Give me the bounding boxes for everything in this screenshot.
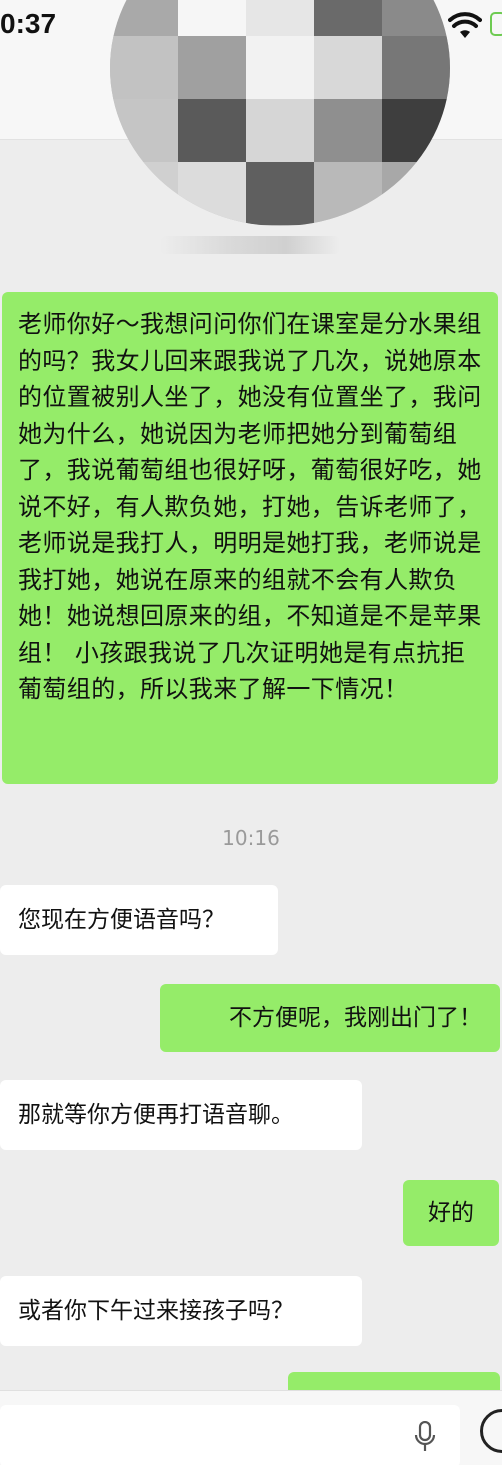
message-text: 您现在方便语音吗？	[18, 907, 225, 933]
avatar-mosaic-tile	[178, 0, 246, 36]
avatar-mosaic-tile	[178, 36, 246, 99]
avatar-mosaic-tile	[246, 99, 314, 162]
outgoing-message[interactable]: 好的	[403, 1180, 499, 1246]
avatar-mosaic-tile	[314, 162, 382, 225]
wifi-icon	[448, 12, 482, 38]
message-input[interactable]	[0, 1405, 460, 1465]
emoji-icon[interactable]	[480, 1409, 502, 1453]
avatar-mosaic-tile	[178, 99, 246, 162]
avatar-mosaic-tile	[110, 162, 178, 225]
avatar-mosaic-tile	[314, 0, 382, 36]
avatar-mosaic-tile	[382, 162, 450, 225]
avatar-mosaic-tile	[314, 36, 382, 99]
message-timestamp: 10:16	[222, 826, 280, 850]
incoming-message[interactable]: 或者你下午过来接孩子吗？	[0, 1276, 362, 1346]
message-text: 那就等你方便再打语音聊。	[18, 1102, 294, 1128]
outgoing-message[interactable]: 老师你好～我想问问你们在课室是分水果组的吗？我女儿回来跟我说了几次，说她原本的位…	[2, 292, 498, 784]
avatar-mosaic-tile	[178, 162, 246, 225]
message-text: 或者你下午过来接孩子吗？	[18, 1298, 294, 1324]
avatar-mosaic-tile	[246, 36, 314, 99]
avatar-mosaic	[110, 0, 450, 225]
status-time: 0:37	[0, 8, 57, 39]
message-text: 不方便呢，我刚出门了！	[229, 1005, 482, 1031]
battery-icon	[490, 12, 502, 36]
incoming-message[interactable]: 那就等你方便再打语音聊。	[0, 1080, 362, 1150]
incoming-message[interactable]: 您现在方便语音吗？	[0, 885, 278, 955]
avatar-mosaic-tile	[314, 99, 382, 162]
microphone-icon[interactable]	[414, 1421, 436, 1453]
message-text: 好的	[428, 1200, 474, 1226]
avatar-mosaic-tile	[110, 36, 178, 99]
avatar-mosaic-tile	[382, 36, 450, 99]
contact-avatar[interactable]	[110, 0, 450, 226]
avatar-mosaic-tile	[246, 162, 314, 225]
input-bar	[0, 1390, 502, 1465]
avatar-mosaic-tile	[246, 0, 314, 36]
contact-name-blurred	[160, 236, 340, 254]
outgoing-message[interactable]: 不方便呢，我刚出门了！	[160, 984, 500, 1052]
